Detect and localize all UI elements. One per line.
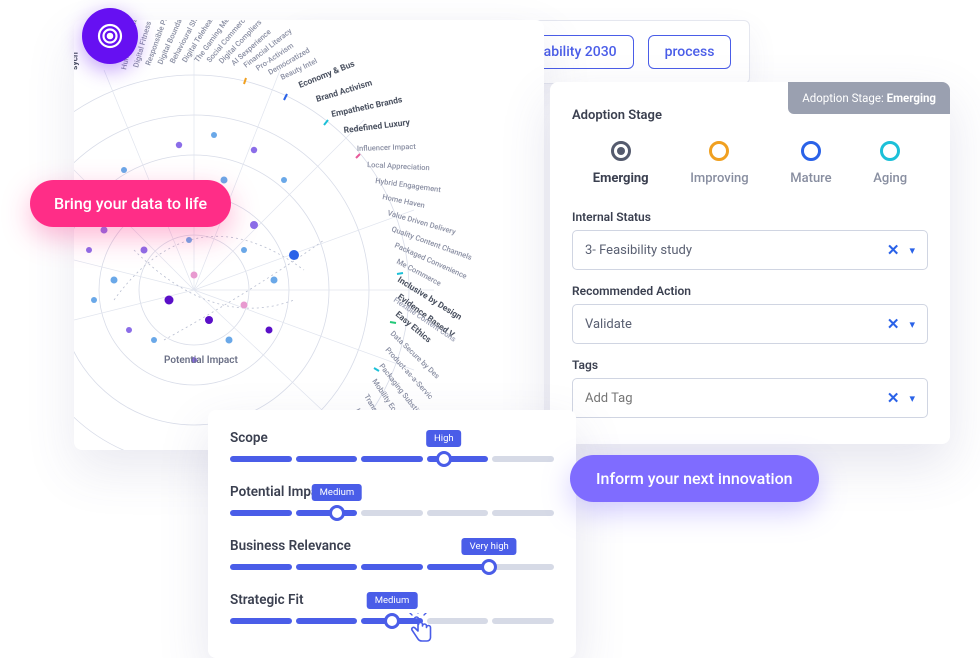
tag-pill[interactable]: process xyxy=(648,35,732,69)
svg-text:sych: sych xyxy=(74,52,81,70)
adoption-panel: Adoption Stage: Emerging Adoption Stage … xyxy=(550,82,950,444)
stage-emerging[interactable]: Emerging xyxy=(593,141,649,186)
stage-aging[interactable]: Aging xyxy=(873,141,907,186)
slider-label: Scope xyxy=(230,430,554,446)
clear-icon[interactable]: ✕ xyxy=(887,389,900,407)
slider-track[interactable]: Very high xyxy=(230,564,554,570)
stage-radio-icon xyxy=(611,141,631,161)
internal-status-field: Internal Status 3- Feasibility study ✕ ▾ xyxy=(572,210,928,270)
stage-radio-icon xyxy=(801,141,821,161)
adoption-stages-row: Emerging Improving Mature Aging xyxy=(572,141,928,186)
stage-label: Mature xyxy=(790,171,831,186)
tags-field: Tags ✕ ▾ xyxy=(572,358,928,418)
slider-handle[interactable] xyxy=(329,505,345,521)
callout-pink: Bring your data to life xyxy=(30,180,231,227)
chevron-down-icon[interactable]: ▾ xyxy=(909,244,915,257)
callout-purple: Inform your next innovation xyxy=(570,455,819,502)
stage-mature[interactable]: Mature xyxy=(790,141,831,186)
svg-text:Local Appreciation: Local Appreciation xyxy=(367,160,430,172)
slider-track[interactable]: Medium xyxy=(230,510,554,516)
field-value: 3- Feasibility study xyxy=(585,243,692,258)
clear-icon[interactable]: ✕ xyxy=(887,241,900,259)
stage-radio-icon xyxy=(709,141,729,161)
slider-track[interactable]: Medium xyxy=(230,618,554,624)
svg-text:Brand Activism: Brand Activism xyxy=(315,78,374,105)
tags-input-box[interactable]: ✕ ▾ xyxy=(572,378,928,418)
stage-label: Aging xyxy=(873,171,907,186)
slider-handle[interactable] xyxy=(436,451,452,467)
svg-text:Empathetic Brands: Empathetic Brands xyxy=(331,95,404,120)
field-label: Recommended Action xyxy=(572,284,928,298)
stage-radio-icon xyxy=(880,141,900,161)
slider-potential-impact: Potential Impact Medium xyxy=(230,484,554,516)
internal-status-select[interactable]: 3- Feasibility study ✕ ▾ xyxy=(572,230,928,270)
tags-input[interactable] xyxy=(585,391,816,406)
chevron-down-icon[interactable]: ▾ xyxy=(909,318,915,331)
adoption-header-tag: Adoption Stage: Emerging xyxy=(788,82,950,114)
radar-card: Human Optimization Digital Fitness Front… xyxy=(74,20,544,450)
recommended-action-select[interactable]: Validate ✕ ▾ xyxy=(572,304,928,344)
slider-value-tag: Very high xyxy=(462,538,517,555)
radar-chart[interactable]: Human Optimization Digital Fitness Front… xyxy=(74,20,544,450)
field-label: Internal Status xyxy=(572,210,928,224)
field-label: Tags xyxy=(572,358,928,372)
slider-value-tag: Medium xyxy=(367,592,418,609)
app-logo xyxy=(82,8,138,64)
stage-improving[interactable]: Improving xyxy=(690,141,748,186)
field-value: Validate xyxy=(585,317,632,332)
svg-text:Influencer Impact: Influencer Impact xyxy=(357,142,417,153)
clear-icon[interactable]: ✕ xyxy=(887,315,900,333)
sliders-card: Scope High Potential Impact Medium Busin… xyxy=(208,410,576,658)
recommended-action-field: Recommended Action Validate ✕ ▾ xyxy=(572,284,928,344)
slider-track[interactable]: High xyxy=(230,456,554,462)
hand-cursor-icon xyxy=(405,613,439,647)
slider-value-tag: High xyxy=(426,430,462,447)
slider-value-tag: Medium xyxy=(312,484,363,501)
chevron-down-icon[interactable]: ▾ xyxy=(909,392,915,405)
stage-label: Improving xyxy=(690,171,748,186)
svg-text:Redefined Luxury: Redefined Luxury xyxy=(343,118,411,136)
slider-business-relevance: Business Relevance Very high xyxy=(230,538,554,570)
spiral-logo-icon xyxy=(95,21,125,51)
slider-label: Potential Impact xyxy=(230,484,554,500)
slider-handle[interactable] xyxy=(481,559,497,575)
slider-scope: Scope High xyxy=(230,430,554,462)
radar-axis-label: Potential Impact xyxy=(164,355,238,366)
stage-label: Emerging xyxy=(593,171,649,186)
slider-handle[interactable] xyxy=(384,613,400,629)
slider-strategic-fit: Strategic Fit Medium xyxy=(230,592,554,624)
